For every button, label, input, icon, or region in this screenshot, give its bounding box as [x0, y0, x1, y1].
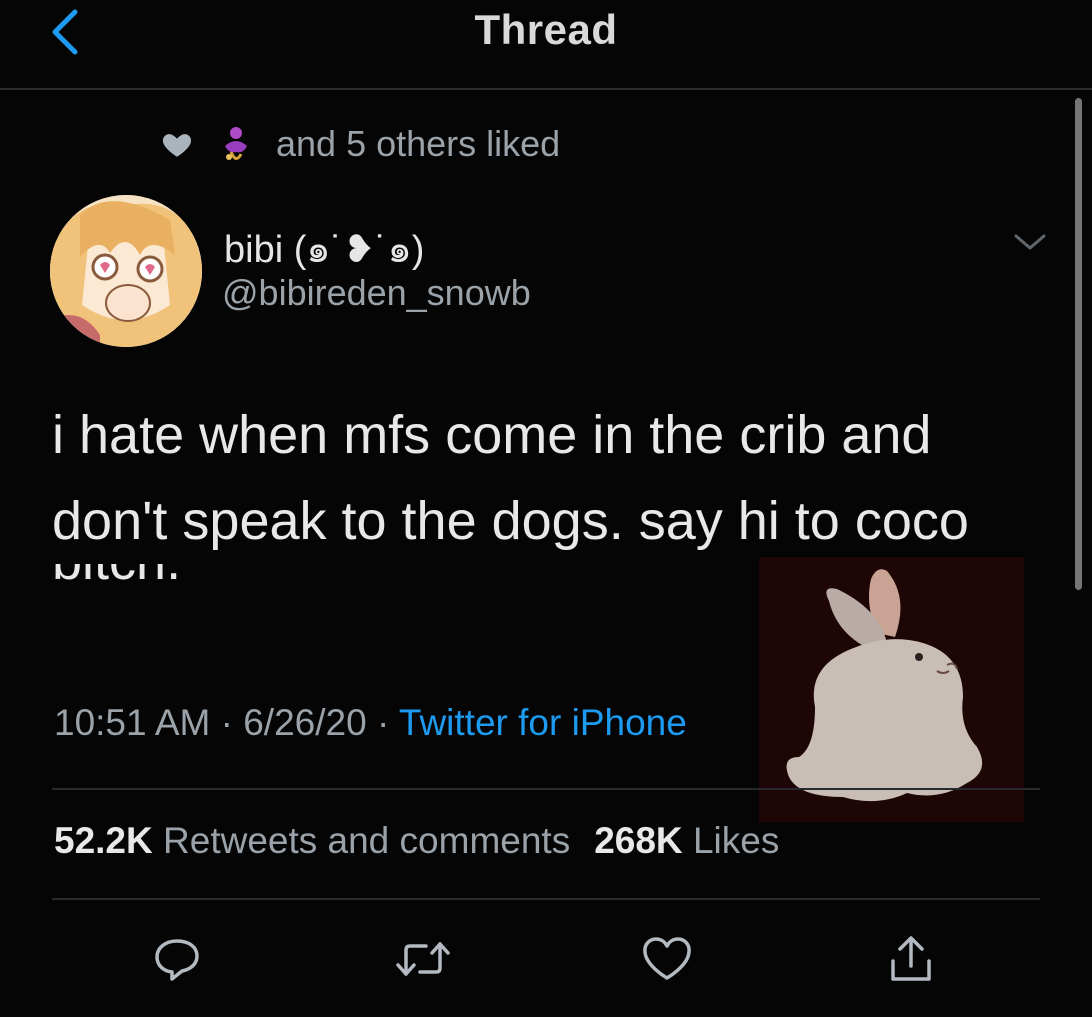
- chevron-down-icon[interactable]: [1010, 226, 1050, 258]
- tweet-stats: 52.2K Retweets and comments 268K Likes: [54, 820, 779, 862]
- tweet-time: 10:51 AM: [54, 702, 211, 743]
- page-title: Thread: [474, 6, 618, 53]
- tweet-line: bitch.: [52, 564, 181, 600]
- reply-icon: [155, 939, 199, 981]
- social-context-text: and 5 others liked: [276, 123, 561, 164]
- reply-button[interactable]: [148, 930, 206, 988]
- author-handle[interactable]: @bibireden_snowb: [222, 272, 531, 314]
- retweets-stat[interactable]: 52.2K Retweets and comments: [54, 820, 570, 861]
- share-icon: [891, 936, 931, 981]
- header-bar: Thread: [0, 0, 1092, 90]
- like-icon: [643, 937, 691, 980]
- thread-page: Thread and 5 others liked bibi (๑˙❥˙๑) @…: [0, 0, 1092, 1017]
- retweets-count: 52.2K: [54, 820, 153, 861]
- tweet-line: i hate when mfs come in the crib and: [52, 405, 932, 465]
- tweet-meta: 10:51 AM · 6/26/20 · Twitter for iPhone: [54, 702, 687, 744]
- bunny-icon: [786, 569, 983, 802]
- retweets-label: Retweets and comments: [163, 820, 571, 861]
- author-display-name[interactable]: bibi (๑˙❥˙๑): [224, 218, 424, 279]
- likes-stat[interactable]: 268K Likes: [594, 820, 779, 861]
- meta-separator: ·: [366, 702, 399, 743]
- meta-separator: ·: [210, 702, 244, 743]
- retweet-button[interactable]: [394, 930, 452, 988]
- liker-avatar[interactable]: [216, 124, 256, 164]
- tweet-source-link[interactable]: Twitter for iPhone: [399, 702, 687, 743]
- tweet-line: don't speak to the dogs. say hi to coco: [52, 491, 969, 551]
- likes-count: 268K: [594, 820, 683, 861]
- divider: [52, 898, 1040, 900]
- likes-label: Likes: [692, 820, 780, 861]
- scrollbar[interactable]: [1075, 98, 1082, 590]
- social-context[interactable]: and 5 others liked: [160, 120, 560, 168]
- divider: [52, 788, 1040, 790]
- share-button[interactable]: [882, 930, 940, 988]
- heart-icon: [162, 134, 192, 157]
- bunny-sticker: [759, 557, 1024, 822]
- retweet-icon: [396, 942, 450, 976]
- tweet-date: 6/26/20: [243, 702, 367, 743]
- like-button[interactable]: [638, 930, 696, 988]
- avatar[interactable]: [50, 195, 202, 347]
